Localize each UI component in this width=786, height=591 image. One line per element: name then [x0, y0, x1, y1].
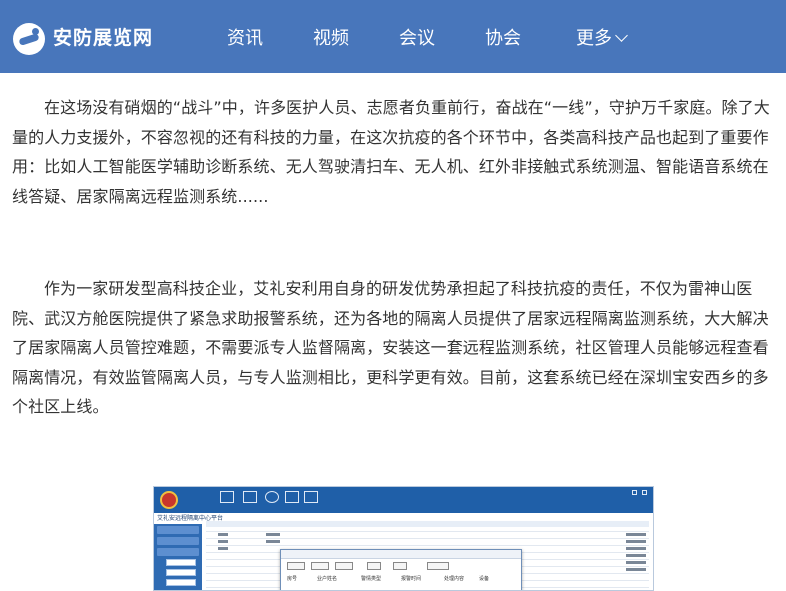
table-row — [206, 531, 649, 532]
statistics-icon — [220, 491, 234, 503]
table-cell — [626, 547, 646, 550]
table-row — [206, 538, 649, 539]
window-minimize-icon — [632, 490, 637, 495]
dialog-titlebar — [281, 550, 521, 559]
nav-item-association[interactable]: 协会 — [485, 26, 521, 52]
screenshot-sidebar — [154, 524, 202, 590]
dialog-header-cell: 业户姓名 — [317, 576, 338, 582]
table-cell — [626, 533, 646, 536]
site-logo-icon[interactable] — [13, 23, 45, 55]
settings-icon — [304, 491, 318, 503]
top-navigation-bar: 安防展览网 资讯 视频 会议 协会 更多 — [0, 0, 786, 73]
camera-icon — [285, 491, 299, 503]
screenshot-table-header — [206, 521, 649, 527]
chevron-down-icon — [615, 29, 628, 42]
screenshot-app-titlebar — [154, 487, 653, 513]
article-paragraph-2: 作为一家研发型高科技企业，艾礼安利用自身的研发优势承担起了科技抗疫的责任，不仅为… — [12, 279, 769, 416]
dialog-header-cell: 设备 — [479, 576, 490, 582]
screenshot-sidebar-button — [157, 537, 199, 545]
screenshot-sidebar-button — [157, 526, 199, 534]
dialog-button — [335, 562, 353, 570]
table-cell — [626, 561, 646, 564]
police-badge-icon — [160, 491, 178, 509]
nav-more-label: 更多 — [576, 28, 612, 49]
screenshot-alarm-dialog: 房号 业户姓名 警情类型 报警时间 处理内容 设备 — [280, 549, 522, 590]
dialog-button — [427, 562, 449, 570]
table-cell — [218, 540, 228, 543]
dialog-button — [393, 562, 407, 570]
table-cell — [266, 533, 280, 536]
dialog-button — [287, 562, 305, 570]
dialog-header-cell: 报警时间 — [401, 576, 422, 582]
table-cell — [626, 568, 646, 571]
nav-item-video[interactable]: 视频 — [313, 26, 349, 52]
screenshot-sidebar-button — [157, 548, 199, 556]
window-close-icon — [642, 490, 647, 495]
table-cell — [626, 554, 646, 557]
dialog-header-cell: 警情类型 — [361, 576, 382, 582]
screenshot-sidebar-item — [166, 579, 196, 586]
site-brand-name[interactable]: 安防展览网 — [53, 25, 153, 51]
dialog-header-cell: 处理内容 — [444, 576, 465, 582]
nav-item-news[interactable]: 资讯 — [227, 26, 263, 52]
table-cell — [218, 533, 228, 536]
article-screenshot-image: 艾礼安远程隔离中心平台 房号 业户姓名 警情类型 报警时间 处理内容 设备 — [153, 486, 654, 591]
screenshot-sidebar-item — [166, 569, 196, 576]
screenshot-sidebar-item — [166, 559, 196, 566]
table-cell — [266, 540, 280, 543]
article-paragraph-1: 在这场没有硝烟的“战斗”中，许多医护人员、志愿者负重前行，奋战在“一线”，守护万… — [12, 98, 770, 206]
table-cell — [218, 547, 228, 550]
list-icon — [243, 491, 257, 503]
dialog-button — [367, 562, 381, 570]
dialog-header-cell: 房号 — [287, 576, 298, 582]
table-row — [206, 545, 649, 546]
nav-item-more[interactable]: 更多 — [576, 26, 628, 52]
logo-swoosh — [18, 33, 40, 46]
nav-item-conference[interactable]: 会议 — [399, 26, 435, 52]
logo-dot — [32, 28, 39, 35]
dialog-button — [311, 562, 329, 570]
table-cell — [626, 540, 646, 543]
location-icon — [265, 491, 279, 503]
